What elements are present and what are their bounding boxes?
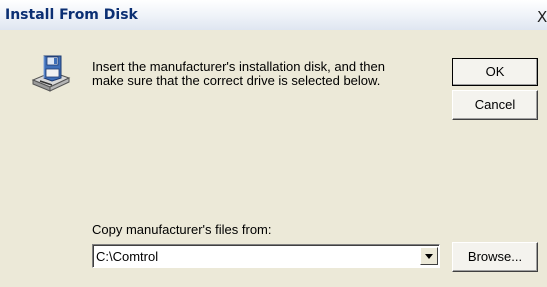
instructions-text: Insert the manufacturer's installation d… (92, 59, 385, 88)
copy-from-input[interactable] (96, 247, 416, 265)
browse-button[interactable]: Browse... (452, 242, 538, 272)
install-from-disk-dialog: Install From Disk X Insert the manufactu… (0, 0, 547, 287)
dropdown-arrow-button[interactable] (420, 247, 438, 265)
window-title: Install From Disk (5, 7, 138, 23)
ok-button[interactable]: OK (452, 58, 538, 86)
cancel-button[interactable]: Cancel (452, 90, 538, 120)
copy-from-combobox[interactable] (92, 244, 440, 268)
copy-from-label: Copy manufacturer's files from: (92, 222, 272, 237)
chevron-down-icon (425, 254, 433, 259)
floppy-disk-drive-icon (30, 54, 72, 94)
close-icon[interactable]: X (537, 9, 547, 25)
title-bar[interactable]: Install From Disk X (0, 0, 547, 30)
